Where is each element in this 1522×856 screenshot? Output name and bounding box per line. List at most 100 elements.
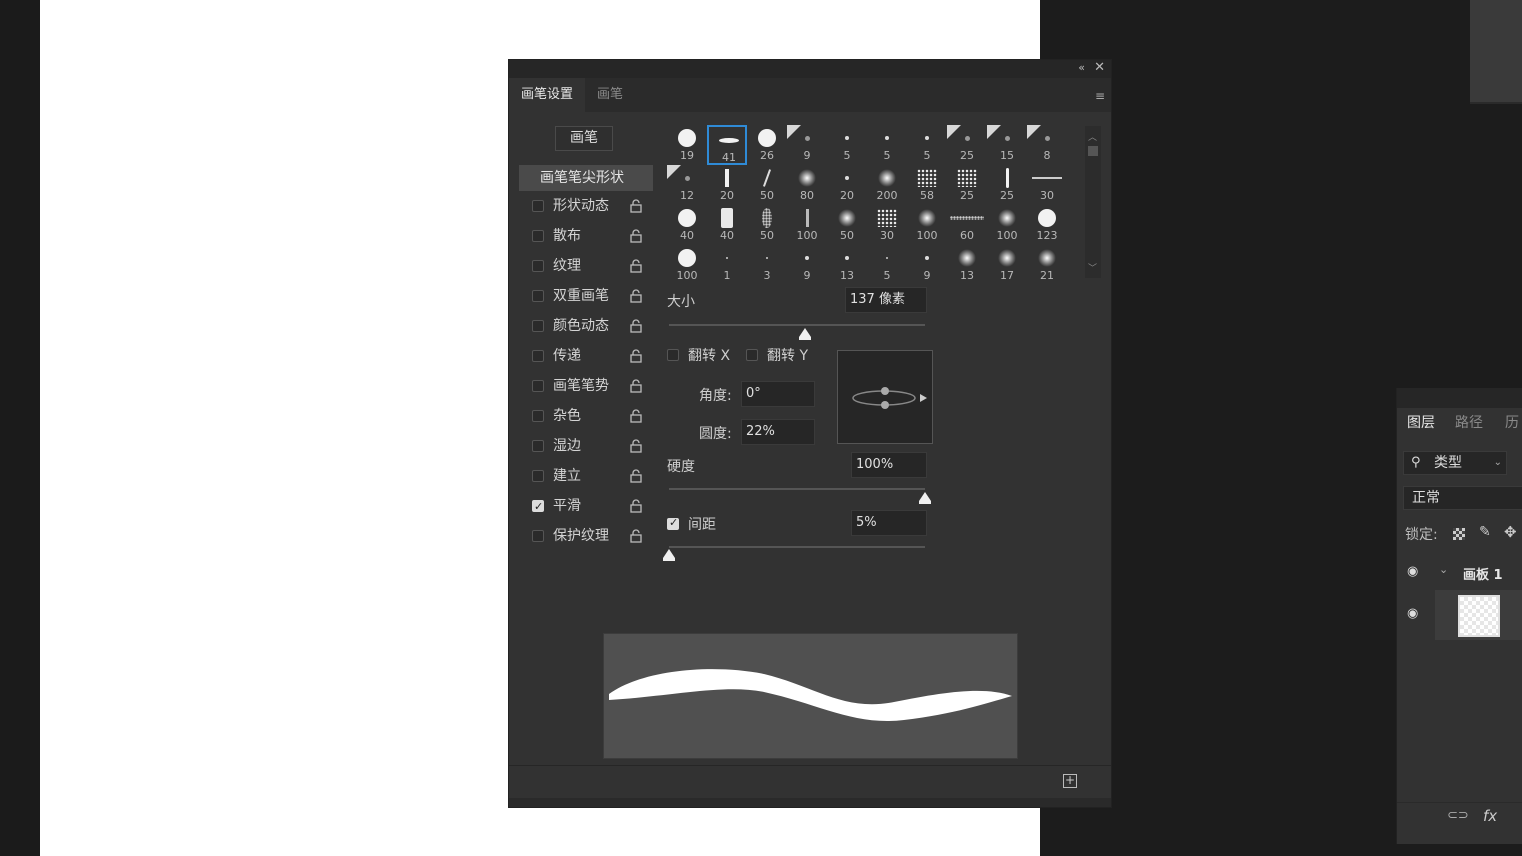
brush-option-row[interactable]: 杂色: [519, 401, 653, 431]
link-icon[interactable]: ⊂⊃: [1447, 808, 1469, 823]
brush-tip-preset[interactable]: 20: [827, 165, 867, 205]
brush-tip-preset[interactable]: 50: [747, 165, 787, 205]
size-field[interactable]: 137 像素: [845, 287, 927, 313]
brush-tip-preset[interactable]: 13: [947, 245, 987, 280]
angle-field[interactable]: 0°: [741, 381, 815, 407]
hardness-slider-handle[interactable]: [919, 492, 931, 504]
lock-icon[interactable]: [630, 259, 642, 273]
fx-icon[interactable]: fx: [1483, 807, 1497, 825]
new-brush-icon[interactable]: +: [1063, 774, 1077, 788]
eye-icon[interactable]: ◉: [1407, 606, 1418, 621]
brush-tip-preset[interactable]: 80: [787, 165, 827, 205]
brush-tip-preset[interactable]: 30: [1027, 165, 1067, 205]
eye-icon[interactable]: ◉: [1407, 564, 1418, 579]
option-checkbox[interactable]: [532, 320, 544, 332]
lock-icon[interactable]: [630, 229, 642, 243]
panel-menu-icon[interactable]: ≡: [1095, 89, 1105, 103]
tab-paths[interactable]: 路径: [1455, 412, 1483, 432]
tab-layers[interactable]: 图层: [1407, 412, 1435, 432]
brush-tip-preset[interactable]: 9: [907, 245, 947, 280]
hardness-field[interactable]: 100%: [851, 452, 927, 478]
brush-tip-preset[interactable]: 50: [827, 205, 867, 245]
brush-tip-preset[interactable]: 26: [747, 125, 787, 165]
panel-title-bar[interactable]: « ✕: [509, 60, 1111, 78]
brush-tip-preset[interactable]: 12: [667, 165, 707, 205]
brush-tip-preset[interactable]: 25: [987, 165, 1027, 205]
scroll-thumb[interactable]: [1088, 146, 1098, 156]
brush-tip-preset[interactable]: 200: [867, 165, 907, 205]
tab-brushes[interactable]: 画笔: [585, 78, 635, 112]
brush-tip-preset[interactable]: 17: [987, 245, 1027, 280]
lock-move-icon[interactable]: ✥: [1504, 523, 1517, 541]
brush-tip-preset[interactable]: 5: [827, 125, 867, 165]
chevron-down-icon[interactable]: ⌄: [1439, 563, 1448, 576]
brush-option-row[interactable]: 传递: [519, 341, 653, 371]
lock-icon[interactable]: [630, 439, 642, 453]
brush-tip-preset[interactable]: 100: [907, 205, 947, 245]
brush-tip-preset[interactable]: 3: [747, 245, 787, 280]
brush-tip-preset[interactable]: 60: [947, 205, 987, 245]
brush-tip-preset[interactable]: 19: [667, 125, 707, 165]
blend-mode-select[interactable]: 正常: [1403, 486, 1522, 510]
brush-tip-preset[interactable]: 5: [867, 245, 907, 280]
close-icon[interactable]: ✕: [1094, 60, 1105, 75]
lock-icon[interactable]: [630, 469, 642, 483]
brush-tip-preset[interactable]: 100: [787, 205, 827, 245]
option-checkbox[interactable]: [532, 200, 544, 212]
brush-tip-preset[interactable]: 123: [1027, 205, 1067, 245]
brush-tip-preset[interactable]: 40: [707, 205, 747, 245]
brush-option-row[interactable]: 画笔笔势: [519, 371, 653, 401]
flip-x-checkbox[interactable]: [667, 349, 679, 361]
roundness-field[interactable]: 22%: [741, 419, 815, 445]
brush-tip-preset[interactable]: 1: [707, 245, 747, 280]
brush-tip-preset[interactable]: 5: [907, 125, 947, 165]
brush-tip-preset[interactable]: 50: [747, 205, 787, 245]
option-checkbox[interactable]: [532, 380, 544, 392]
lock-icon[interactable]: [630, 409, 642, 423]
brush-tip-preset[interactable]: 9: [787, 245, 827, 280]
option-checkbox[interactable]: [532, 530, 544, 542]
artboard-row[interactable]: ◉ ⌄ 画板 1: [1397, 558, 1522, 588]
brush-tip-preset[interactable]: 25: [947, 125, 987, 165]
brush-tip-preset[interactable]: 20: [707, 165, 747, 205]
brush-tip-preset[interactable]: 15: [987, 125, 1027, 165]
spacing-field[interactable]: 5%: [851, 510, 927, 536]
tab-history[interactable]: 历: [1505, 412, 1519, 432]
layer-row[interactable]: ◉: [1397, 590, 1522, 640]
brush-tip-shape-item[interactable]: 画笔笔尖形状: [519, 165, 653, 191]
option-checkbox[interactable]: [532, 350, 544, 362]
layers-title-bar[interactable]: [1397, 388, 1522, 408]
brush-tip-preset[interactable]: 100: [987, 205, 1027, 245]
brush-option-row[interactable]: 建立: [519, 461, 653, 491]
spacing-checkbox[interactable]: [667, 516, 679, 530]
spacing-slider-handle[interactable]: [663, 549, 675, 561]
size-slider-handle[interactable]: [798, 328, 811, 340]
hardness-slider-track[interactable]: [669, 488, 925, 490]
lock-paint-icon[interactable]: ✎: [1479, 524, 1491, 540]
lock-icon[interactable]: [630, 499, 642, 513]
brush-tip-preset[interactable]: 13: [827, 245, 867, 280]
brush-tip-preset[interactable]: 30: [867, 205, 907, 245]
brushes-button[interactable]: 画笔: [555, 126, 613, 151]
brush-tip-preset[interactable]: 8: [1027, 125, 1067, 165]
option-checkbox[interactable]: [532, 470, 544, 482]
brush-option-row[interactable]: 湿边: [519, 431, 653, 461]
brush-tip-preset[interactable]: 40: [667, 205, 707, 245]
flip-y-checkbox[interactable]: [746, 349, 758, 361]
lock-transparent-icon[interactable]: [1453, 528, 1465, 540]
lock-icon[interactable]: [630, 349, 642, 363]
option-checkbox[interactable]: [532, 290, 544, 302]
brush-tip-preset[interactable]: 21: [1027, 245, 1067, 280]
brush-tip-preset[interactable]: 58: [907, 165, 947, 205]
spacing-slider-track[interactable]: [669, 546, 925, 548]
tab-brush-settings[interactable]: 画笔设置: [509, 78, 586, 112]
brush-option-row[interactable]: 散布: [519, 221, 653, 251]
size-slider-track[interactable]: [669, 324, 925, 326]
scroll-down-icon[interactable]: ﹀: [1088, 261, 1097, 274]
layer-filter-select[interactable]: ⚲ 类型 ⌄: [1403, 451, 1507, 475]
brush-option-row[interactable]: 双重画笔: [519, 281, 653, 311]
layer-thumbnail[interactable]: [1458, 595, 1500, 637]
option-checkbox[interactable]: [532, 410, 544, 422]
lock-icon[interactable]: [630, 289, 642, 303]
brush-option-row[interactable]: 保护纹理: [519, 521, 653, 551]
